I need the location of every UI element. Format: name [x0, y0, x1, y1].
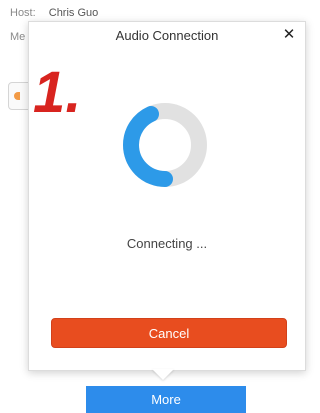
meeting-label: Me	[10, 31, 26, 43]
step-number: 1.	[33, 60, 81, 122]
host-row: Host: Chris Guo	[10, 7, 98, 19]
host-label: Host:	[10, 7, 36, 19]
more-button[interactable]: More	[86, 386, 246, 413]
connection-status: Connecting ...	[126, 236, 208, 251]
audio-icon	[14, 92, 20, 100]
loading-spinner	[122, 103, 207, 187]
cancel-label: Cancel	[148, 325, 190, 341]
spinner-arc	[122, 106, 173, 187]
close-icon[interactable]: ✕	[281, 27, 297, 43]
dialog-pointer-arrow	[152, 369, 174, 380]
dialog-title: Audio Connection	[115, 28, 219, 43]
step-number-annotation: 1.	[32, 59, 83, 122]
host-name: Chris Guo	[48, 7, 99, 19]
cancel-button[interactable]: Cancel	[51, 318, 287, 348]
more-label: More	[151, 392, 181, 407]
